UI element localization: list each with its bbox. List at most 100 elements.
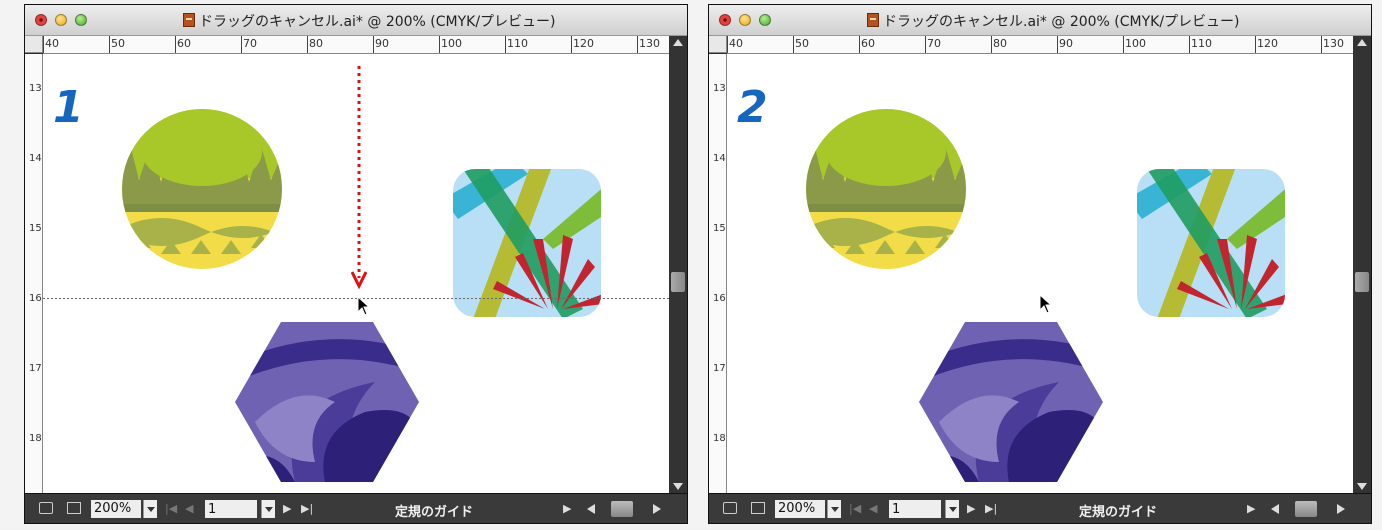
zoom-field[interactable]: 200%	[775, 500, 825, 518]
ruler-label: 180	[713, 433, 726, 444]
hexagon-artwork[interactable]	[919, 322, 1103, 482]
horizontal-ruler[interactable]: 40 50 60 70 80 90 100 110 120 130	[43, 36, 669, 54]
scroll-left-icon[interactable]	[1271, 504, 1279, 514]
title-bar[interactable]: ドラッグのキャンセル.ai* @ 200% (CMYK/プレビュー)	[25, 5, 687, 36]
last-page-icon[interactable]: ▶|	[985, 502, 997, 515]
ruler-label: 130	[29, 83, 42, 94]
ruler-label: 80	[309, 37, 323, 50]
ruler-origin[interactable]	[709, 36, 727, 53]
ruler-label: 150	[713, 223, 726, 234]
horizontal-scrollbar[interactable]	[581, 500, 671, 518]
prev-page-icon: ◀	[185, 502, 194, 515]
artboard-canvas[interactable]: 2	[727, 54, 1353, 494]
horizontal-scrollbar[interactable]	[1265, 500, 1355, 518]
ruler-label: 110	[1191, 37, 1212, 50]
scroll-thumb[interactable]	[1355, 272, 1369, 292]
artboard-icon[interactable]	[39, 502, 53, 514]
ruler-label: 70	[243, 37, 257, 50]
page-field[interactable]: 1	[889, 500, 941, 518]
scroll-left-icon[interactable]	[587, 504, 595, 514]
horizontal-ruler[interactable]: 40 50 60 70 80 90 100 110 120 130	[727, 36, 1353, 54]
ruler-origin[interactable]	[25, 36, 43, 53]
window-title: ドラッグのキャンセル.ai* @ 200% (CMYK/プレビュー)	[883, 14, 1240, 30]
square-artwork[interactable]	[1137, 169, 1285, 317]
illustrator-window-2: ドラッグのキャンセル.ai* @ 200% (CMYK/プレビュー) 40 50…	[708, 4, 1372, 524]
ruler-label: 130	[639, 37, 660, 50]
square-artwork[interactable]	[453, 169, 601, 317]
ruler-label: 140	[713, 153, 726, 164]
scroll-up-icon[interactable]	[673, 39, 683, 46]
scroll-right-icon[interactable]	[653, 504, 661, 514]
close-icon[interactable]	[719, 14, 731, 26]
illustrator-window-1: ドラッグのキャンセル.ai* @ 200% (CMYK/プレビュー) 40 50…	[24, 4, 688, 524]
ruler-label: 170	[29, 363, 42, 374]
ruler-label: 110	[507, 37, 528, 50]
ruler-label: 150	[29, 223, 42, 234]
artboard-icon[interactable]	[723, 502, 737, 514]
window-title: ドラッグのキャンセル.ai* @ 200% (CMYK/プレビュー)	[199, 14, 556, 30]
title-bar[interactable]: ドラッグのキャンセル.ai* @ 200% (CMYK/プレビュー)	[709, 5, 1371, 36]
scroll-up-icon[interactable]	[1357, 39, 1367, 46]
share-icon[interactable]	[67, 502, 81, 514]
status-text: 定規のガイド	[1079, 505, 1158, 520]
page-dropdown-icon[interactable]	[261, 500, 275, 518]
next-page-icon[interactable]: ▶	[967, 502, 975, 515]
circle-artwork[interactable]	[121, 108, 283, 270]
ruler-label: 130	[1323, 37, 1344, 50]
zoom-icon[interactable]	[759, 14, 771, 26]
share-icon[interactable]	[751, 502, 765, 514]
minimize-icon[interactable]	[739, 14, 751, 26]
status-bar: 200% |◀ ◀ 1 ▶ ▶| 定規のガイド ▶	[709, 493, 1371, 523]
ruler-label: 160	[29, 293, 42, 304]
ruler-label: 80	[993, 37, 1007, 50]
ruler-label: 120	[573, 37, 594, 50]
circle-artwork[interactable]	[805, 108, 967, 270]
artboard-canvas[interactable]: 1	[43, 54, 669, 494]
scroll-right-icon[interactable]	[1337, 504, 1345, 514]
ruler-label: 100	[1125, 37, 1146, 50]
vertical-ruler[interactable]: 130 140 150 160 170 180	[25, 54, 43, 494]
zoom-dropdown-icon[interactable]	[827, 500, 841, 518]
prev-page-icon: ◀	[869, 502, 878, 515]
next-page-icon[interactable]: ▶	[283, 502, 291, 515]
ruler-label: 100	[441, 37, 462, 50]
scroll-down-icon[interactable]	[673, 483, 683, 490]
first-page-icon: |◀	[165, 502, 178, 515]
ruler-label: 90	[1059, 37, 1073, 50]
vertical-ruler[interactable]: 130 140 150 160 170 180	[709, 54, 727, 494]
ruler-label: 120	[1257, 37, 1278, 50]
scroll-thumb[interactable]	[1295, 501, 1317, 517]
vertical-scrollbar[interactable]	[669, 36, 687, 494]
ruler-label: 90	[375, 37, 389, 50]
status-menu-icon[interactable]: ▶	[563, 502, 571, 515]
step-number: 2	[737, 82, 768, 133]
ruler-label: 60	[861, 37, 875, 50]
last-page-icon[interactable]: ▶|	[301, 502, 313, 515]
ruler-guide-line[interactable]	[43, 298, 669, 299]
arrow-cursor-icon	[1039, 294, 1053, 314]
ruler-label: 130	[713, 83, 726, 94]
scroll-thumb[interactable]	[611, 501, 633, 517]
zoom-icon[interactable]	[75, 14, 87, 26]
ruler-label: 170	[713, 363, 726, 374]
ruler-label: 140	[29, 153, 42, 164]
status-menu-icon[interactable]: ▶	[1247, 502, 1255, 515]
ruler-label: 40	[45, 37, 59, 50]
hexagon-artwork[interactable]	[235, 322, 419, 482]
ruler-label: 50	[111, 37, 125, 50]
close-icon[interactable]	[35, 14, 47, 26]
minimize-icon[interactable]	[55, 14, 67, 26]
vertical-scrollbar[interactable]	[1353, 36, 1371, 494]
scroll-down-icon[interactable]	[1357, 483, 1367, 490]
page-dropdown-icon[interactable]	[945, 500, 959, 518]
ai-document-icon	[183, 13, 195, 27]
first-page-icon: |◀	[849, 502, 862, 515]
scroll-thumb[interactable]	[671, 272, 685, 292]
zoom-dropdown-icon[interactable]	[143, 500, 157, 518]
ai-document-icon	[867, 13, 879, 27]
step-number: 1	[53, 82, 84, 133]
arrow-cursor-icon	[357, 296, 371, 316]
drag-arrow-annotation	[351, 66, 367, 290]
zoom-field[interactable]: 200%	[91, 500, 141, 518]
page-field[interactable]: 1	[205, 500, 257, 518]
